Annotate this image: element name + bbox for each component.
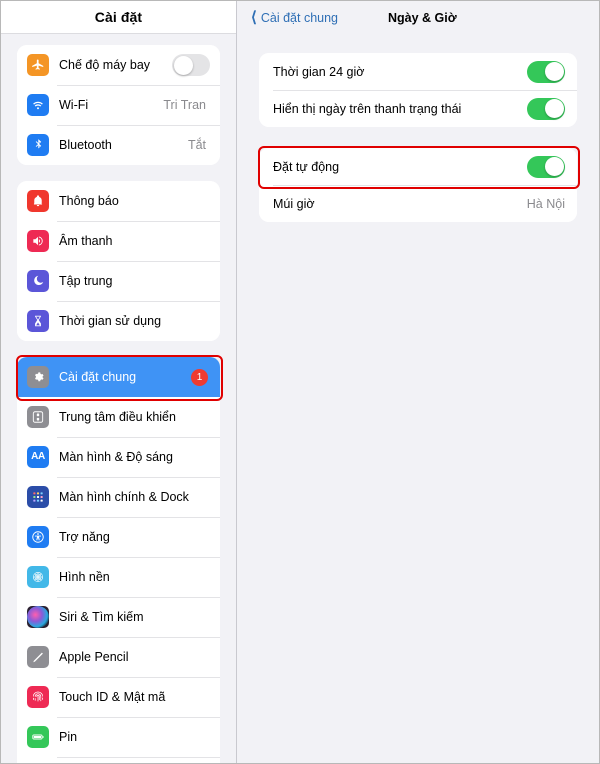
sidebar-item-hinh-nen[interactable]: Hình nền xyxy=(17,557,220,597)
status-badge: 1 xyxy=(191,368,208,386)
detail-row-label: Thời gian 24 giờ xyxy=(273,64,365,79)
control-center-icon xyxy=(27,406,49,428)
sidebar-item-value: Tri Tran xyxy=(163,98,206,112)
sidebar-header: Cài đặt xyxy=(1,1,236,34)
settings-sidebar: Cài đặt Chế độ máy bay Wi-Fi Tri Tran Bluet… xyxy=(1,1,237,763)
sidebar-group-2: Thông báo Âm thanh Tập trung Thời gian sử d… xyxy=(17,181,220,341)
chevron-left-icon: ⟨ xyxy=(251,9,257,26)
accessibility-icon xyxy=(27,526,49,548)
sidebar-item-touch-id-mat-ma[interactable]: Touch ID & Mật mã xyxy=(17,677,220,717)
sidebar-item-tro-nang[interactable]: Trợ năng xyxy=(17,517,220,557)
sidebar-item-label: Bluetooth xyxy=(59,138,112,152)
detail-list: Thời gian 24 giờ Hiển thị ngày trên thanh… xyxy=(237,34,599,763)
sidebar-item-label: Cài đặt chung xyxy=(59,370,137,384)
sidebar-item-label: Touch ID & Mật mã xyxy=(59,690,166,704)
airplane-icon xyxy=(27,54,49,76)
sidebar-item-tap-trung[interactable]: Tập trung xyxy=(17,261,220,301)
detail-row-label: Hiển thị ngày trên thanh trạng thái xyxy=(273,101,462,116)
sidebar-item-man-hinh-do-sang[interactable]: AA Màn hình & Độ sáng xyxy=(17,437,220,477)
home-screen-icon xyxy=(27,486,49,508)
sidebar-item-label: Wi-Fi xyxy=(59,98,89,112)
sidebar-item-label: Siri & Tìm kiếm xyxy=(59,610,144,624)
detail-header: ⟨ Cài đặt chung Ngày & Giờ xyxy=(237,1,599,34)
wallpaper-icon xyxy=(27,566,49,588)
sidebar-item-label: Màn hình chính & Dock xyxy=(59,490,189,504)
sidebar-item-label: Màn hình & Độ sáng xyxy=(59,450,173,464)
sidebar-item-label: Trung tâm điều khiển xyxy=(59,410,176,424)
sidebar-item-label: Trợ năng xyxy=(59,530,110,544)
back-button-label: Cài đặt chung xyxy=(260,10,338,25)
detail-row-thoi-gian-24-gio[interactable]: Thời gian 24 giờ xyxy=(259,53,577,90)
moon-icon xyxy=(27,270,49,292)
sidebar-item-quyen-rieng-tu[interactable]: Quyền riêng tư xyxy=(17,757,220,763)
page-title: Ngày & Giờ xyxy=(388,10,457,25)
sidebar-item-thong-bao[interactable]: Thông báo xyxy=(17,181,220,221)
siri-icon xyxy=(27,606,49,628)
sidebar-item-wi-fi[interactable]: Wi-Fi Tri Tran xyxy=(17,85,220,125)
detail-group-2: Đặt tự động Múi giờ Hà Nội xyxy=(259,148,577,222)
sidebar-item-value: Tắt xyxy=(187,138,206,152)
sidebar-title: Cài đặt xyxy=(94,9,143,25)
sidebar-item-label: Chế độ máy bay xyxy=(59,58,151,72)
sidebar-group-1: Chế độ máy bay Wi-Fi Tri Tran Bluetooth Tắt xyxy=(17,45,220,165)
sidebar-item-label: Thời gian sử dụng xyxy=(59,314,162,328)
hourglass-icon xyxy=(27,310,49,332)
sidebar-item-man-hinh-chinh-dock[interactable]: Màn hình chính & Dock xyxy=(17,477,220,517)
pencil-icon xyxy=(27,646,49,668)
toggle-knob xyxy=(173,55,193,75)
detail-group-1: Thời gian 24 giờ Hiển thị ngày trên thanh… xyxy=(259,53,577,127)
sidebar-item-apple-pencil[interactable]: Apple Pencil xyxy=(17,637,220,677)
gear-icon xyxy=(27,366,49,388)
sidebar-item-label: Tập trung xyxy=(59,274,113,288)
toggle-knob xyxy=(544,157,564,176)
sidebar-item-pin[interactable]: Pin xyxy=(17,717,220,757)
battery-icon xyxy=(27,726,49,748)
sidebar-item-siri-tim-kiem[interactable]: Siri & Tìm kiếm xyxy=(17,597,220,637)
sidebar-item-thoi-gian-su-dung[interactable]: Thời gian sử dụng xyxy=(17,301,220,341)
toggle-dat-tu-dong[interactable] xyxy=(527,155,565,178)
wifi-icon xyxy=(27,94,49,116)
bluetooth-icon xyxy=(27,134,49,156)
sidebar-item-che-do-may-bay[interactable]: Chế độ máy bay xyxy=(17,45,220,85)
sidebar-item-label: Apple Pencil xyxy=(59,650,129,664)
toggle-knob xyxy=(544,99,564,118)
toggle-hien-thi-ngay-tren-thanh-trang-thai[interactable] xyxy=(527,97,565,120)
detail-row-label: Múi giờ xyxy=(273,196,315,211)
speaker-icon xyxy=(27,230,49,252)
bell-icon xyxy=(27,190,49,212)
ipad-settings-window: Cài đặt Chế độ máy bay Wi-Fi Tri Tran Bluet… xyxy=(0,0,600,764)
detail-pane: ⟨ Cài đặt chung Ngày & Giờ Thời gian 24 … xyxy=(237,1,599,763)
detail-row-value: Hà Nội xyxy=(526,196,565,211)
display-aa-icon: AA xyxy=(27,446,49,468)
toggle-che-do-may-bay[interactable] xyxy=(172,54,210,76)
back-button[interactable]: ⟨ Cài đặt chung xyxy=(251,10,338,25)
sidebar-item-cai-dat-chung[interactable]: Cài đặt chung 1 xyxy=(17,357,220,397)
fingerprint-icon xyxy=(27,686,49,708)
sidebar-item-label: Hình nền xyxy=(59,570,110,584)
toggle-thoi-gian-24-gio[interactable] xyxy=(527,60,565,83)
detail-row-dat-tu-dong[interactable]: Đặt tự động xyxy=(259,148,577,185)
sidebar-item-trung-tam-dieu-khien[interactable]: Trung tâm điều khiển xyxy=(17,397,220,437)
toggle-knob xyxy=(544,62,564,81)
sidebar-item-label: Pin xyxy=(59,730,78,744)
detail-row-label: Đặt tự động xyxy=(273,159,340,174)
detail-row-mui-gio[interactable]: Múi giờ Hà Nội xyxy=(259,185,577,222)
sidebar-item-bluetooth[interactable]: Bluetooth Tắt xyxy=(17,125,220,165)
sidebar-group-3: Cài đặt chung 1 Trung tâm điều khiển AA Màn … xyxy=(17,357,220,763)
sidebar-item-am-thanh[interactable]: Âm thanh xyxy=(17,221,220,261)
sidebar-item-label: Thông báo xyxy=(59,194,119,208)
sidebar-list[interactable]: Chế độ máy bay Wi-Fi Tri Tran Bluetooth Tắt T… xyxy=(1,34,236,763)
detail-row-hien-thi-ngay-tren-thanh-trang-thai[interactable]: Hiển thị ngày trên thanh trạng thái xyxy=(259,90,577,127)
sidebar-item-label: Âm thanh xyxy=(59,234,113,248)
